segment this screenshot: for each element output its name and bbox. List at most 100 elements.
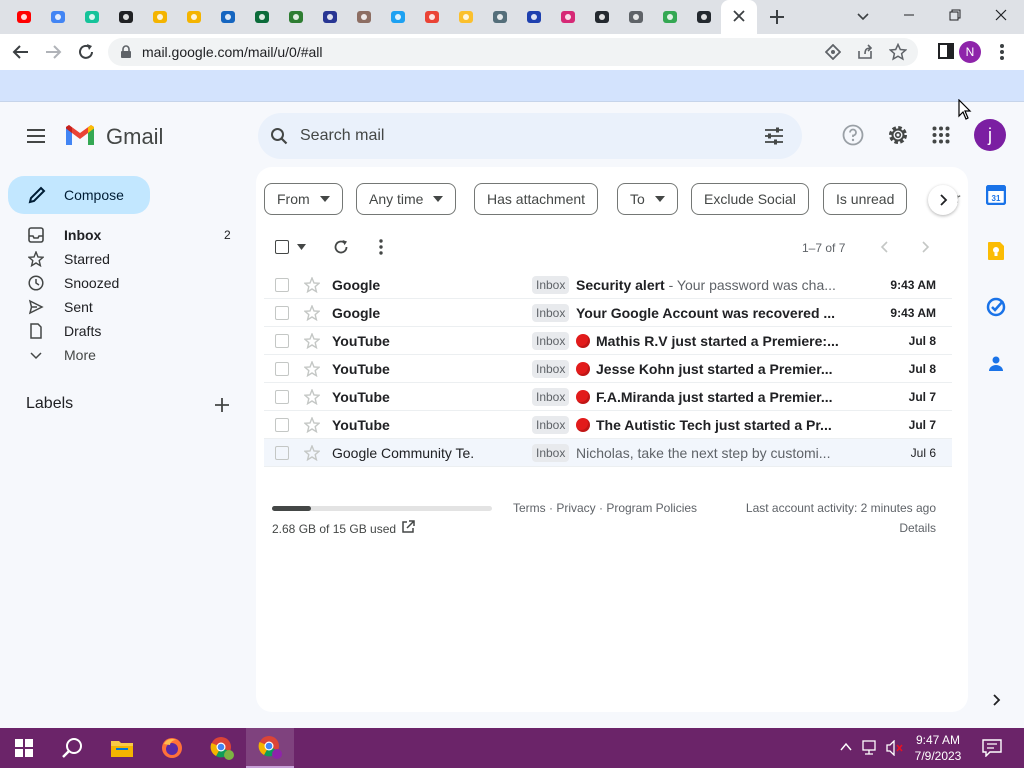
folder-icon[interactable] xyxy=(149,6,171,28)
folder-icon[interactable] xyxy=(183,6,205,28)
inbox-label-badge[interactable]: Inbox xyxy=(532,388,570,406)
windows-start-icon[interactable] xyxy=(0,728,48,768)
restore-button[interactable] xyxy=(932,0,978,30)
close-tab-icon[interactable] xyxy=(731,8,747,24)
email-row[interactable]: YouTube Inbox Jesse Kohn just started a Pr… xyxy=(264,355,952,383)
lightbulb-icon[interactable] xyxy=(455,6,477,28)
puzzle-icon[interactable] xyxy=(285,6,307,28)
url-text[interactable]: mail.google.com/mail/u/0/#all xyxy=(142,44,323,60)
nav-starred[interactable]: Starred xyxy=(0,247,250,271)
row-checkbox[interactable] xyxy=(275,362,289,376)
search-icon[interactable] xyxy=(270,127,288,145)
star-toggle-icon[interactable] xyxy=(304,417,320,433)
extension-diamond-icon[interactable] xyxy=(825,44,841,60)
tray-chevron-up-icon[interactable] xyxy=(840,741,852,753)
row-checkbox[interactable] xyxy=(275,446,289,460)
filter-scroll-right-button[interactable] xyxy=(928,185,958,215)
row-checkbox[interactable] xyxy=(275,418,289,432)
account-avatar[interactable]: j xyxy=(974,119,1006,151)
help-icon[interactable] xyxy=(842,124,864,146)
filter-is-unread[interactable]: Is unread xyxy=(823,183,908,215)
reload-icon[interactable] xyxy=(77,43,95,61)
terms-links[interactable]: Terms · Privacy · Program Policies xyxy=(513,501,697,515)
select-dropdown-icon[interactable] xyxy=(297,244,306,250)
nav-inbox[interactable]: Inbox 2 xyxy=(0,223,250,247)
more-options-icon[interactable] xyxy=(378,239,384,255)
filter-from[interactable]: From xyxy=(264,183,343,215)
row-checkbox[interactable] xyxy=(275,334,289,348)
add-label-icon[interactable] xyxy=(214,397,230,413)
search-input[interactable]: Search mail xyxy=(300,127,384,145)
keep-icon[interactable] xyxy=(984,239,1008,263)
star-toggle-icon[interactable] xyxy=(304,389,320,405)
chrome-menu-icon[interactable] xyxy=(997,43,1007,61)
newer-page-icon[interactable] xyxy=(880,241,890,253)
share-icon[interactable] xyxy=(857,44,873,60)
chrome-taskbar-icon[interactable] xyxy=(198,728,246,768)
sonic-icon[interactable] xyxy=(523,6,545,28)
volume-muted-icon[interactable] xyxy=(886,740,904,756)
older-page-icon[interactable] xyxy=(920,241,930,253)
settings-gear-icon[interactable] xyxy=(887,124,909,146)
grammarly-icon[interactable] xyxy=(81,6,103,28)
email-row[interactable]: Google Inbox Security alert - Your passwor… xyxy=(264,271,952,299)
nav-more[interactable]: More xyxy=(0,343,250,367)
search-bar[interactable]: Search mail xyxy=(258,113,802,159)
inbox-label-badge[interactable]: Inbox xyxy=(532,276,570,294)
clock-time[interactable]: 9:47 AM xyxy=(910,732,966,748)
target-icon[interactable] xyxy=(353,6,375,28)
show-side-panel-icon[interactable] xyxy=(984,688,1008,712)
inbox-label-badge[interactable]: Inbox xyxy=(532,304,570,322)
search-options-icon[interactable] xyxy=(764,127,784,145)
sky-icon[interactable] xyxy=(319,6,341,28)
clock-date[interactable]: 7/9/2023 xyxy=(910,748,966,764)
filter-has-attachment[interactable]: Has attachment xyxy=(474,183,599,215)
open-storage-icon[interactable] xyxy=(401,520,415,534)
back-icon[interactable] xyxy=(12,43,30,61)
active-tab[interactable] xyxy=(721,0,757,34)
chrome-profile-avatar[interactable]: N xyxy=(959,41,981,63)
inbox-label-badge[interactable]: Inbox xyxy=(532,416,570,434)
nav-snoozed[interactable]: Snoozed xyxy=(0,271,250,295)
notification-center-icon[interactable] xyxy=(982,739,1002,757)
row-checkbox[interactable] xyxy=(275,306,289,320)
minimize-button[interactable] xyxy=(886,0,932,30)
network-icon[interactable] xyxy=(862,740,880,756)
inbox-label-badge[interactable]: Inbox xyxy=(532,360,570,378)
contacts-icon[interactable] xyxy=(984,351,1008,375)
details-link[interactable]: Details xyxy=(860,521,936,535)
email-row[interactable]: Google Inbox Your Google Account was recov… xyxy=(264,299,952,327)
tab-search-icon[interactable] xyxy=(855,8,871,24)
row-checkbox[interactable] xyxy=(275,278,289,292)
settings-gear-icon[interactable] xyxy=(115,6,137,28)
refresh-icon[interactable] xyxy=(333,239,349,255)
star-toggle-icon[interactable] xyxy=(304,361,320,377)
star-toggle-icon[interactable] xyxy=(304,305,320,321)
gmail-icon[interactable] xyxy=(421,6,443,28)
badge-icon[interactable] xyxy=(489,6,511,28)
main-menu-icon[interactable] xyxy=(26,128,46,144)
google-icon[interactable] xyxy=(47,6,69,28)
apps-grid-icon[interactable] xyxy=(932,126,950,144)
filter-any-time[interactable]: Any time xyxy=(356,183,457,215)
kim-icon[interactable] xyxy=(251,6,273,28)
nav-drafts[interactable]: Drafts xyxy=(0,319,250,343)
address-bar[interactable]: mail.google.com/mail/u/0/#all xyxy=(108,38,918,66)
firefox-icon[interactable] xyxy=(148,728,196,768)
email-row[interactable]: Google Community Te. Inbox Nicholas, take … xyxy=(264,439,952,467)
calendar-icon[interactable]: 31 xyxy=(984,183,1008,207)
nav-sent[interactable]: Sent xyxy=(0,295,250,319)
bookmark-star-icon[interactable] xyxy=(889,43,907,61)
close-window-button[interactable] xyxy=(978,0,1024,30)
github-icon[interactable] xyxy=(693,6,715,28)
inbox-label-badge[interactable]: Inbox xyxy=(532,332,570,350)
email-row[interactable]: YouTube Inbox The Autistic Tech just start… xyxy=(264,411,952,439)
gmail-logo-icon[interactable] xyxy=(64,123,96,147)
side-panel-icon[interactable] xyxy=(938,43,954,59)
gmail-brand-text[interactable]: Gmail xyxy=(106,124,163,150)
filter-exclude-social[interactable]: Exclude Social xyxy=(691,183,809,215)
compose-button[interactable]: Compose xyxy=(8,176,150,214)
picture-icon[interactable] xyxy=(217,6,239,28)
email-row[interactable]: YouTube Inbox F.A.Miranda just started a P… xyxy=(264,383,952,411)
twitter-icon[interactable] xyxy=(387,6,409,28)
